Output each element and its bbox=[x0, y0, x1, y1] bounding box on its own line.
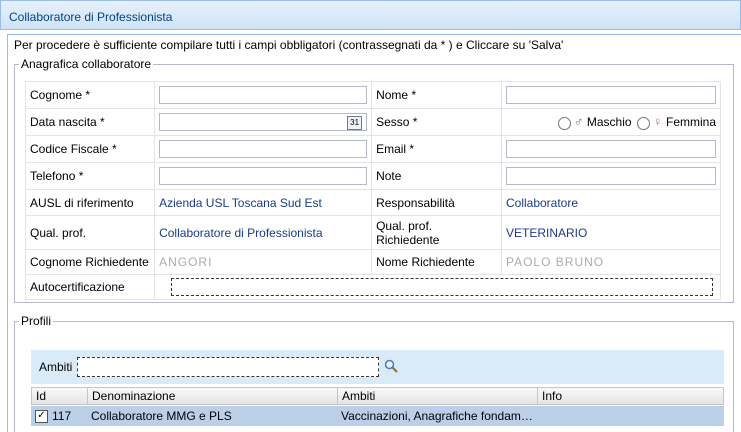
row-info bbox=[537, 406, 722, 426]
profili-grid-header: Id Denominazione Ambiti Info bbox=[31, 387, 724, 405]
cognome-input[interactable] bbox=[159, 86, 368, 104]
ausl-label: AUSL di riferimento bbox=[24, 189, 156, 216]
profili-legend: Profili bbox=[21, 314, 52, 328]
table-row[interactable]: ✓ 117 Collaboratore MMG e PLS Vaccinazion… bbox=[31, 406, 724, 426]
nome-rich-value: PAOLO BRUNO bbox=[500, 249, 722, 275]
column-header-denominazione[interactable]: Denominazione bbox=[88, 388, 338, 404]
anagrafica-fieldset: Anagrafica collaboratore Cognome * Nome … bbox=[14, 57, 734, 303]
search-icon[interactable] bbox=[384, 359, 398, 373]
cognome-rich-value: ANGORI bbox=[154, 249, 373, 275]
cognome-label: Cognome * bbox=[24, 81, 156, 109]
sesso-label: Sesso * bbox=[371, 108, 502, 136]
femmina-radio[interactable] bbox=[636, 116, 650, 130]
row-id: 117 bbox=[52, 409, 72, 423]
note-input[interactable] bbox=[505, 167, 716, 185]
qual-prof-rich-label: Qual. prof. Richiedente bbox=[371, 215, 502, 250]
telefono-label: Telefono * bbox=[24, 162, 156, 190]
cognome-rich-label: Cognome Richiedente bbox=[24, 249, 156, 275]
ambiti-label: Ambiti bbox=[39, 360, 73, 374]
nome-label: Nome * bbox=[371, 81, 502, 109]
responsabilita-value: Collaboratore bbox=[500, 189, 722, 216]
row-denominazione: Collaboratore MMG e PLS bbox=[91, 409, 232, 423]
male-icon: ♂ bbox=[573, 114, 584, 130]
autocert-field[interactable] bbox=[171, 278, 714, 296]
email-label: Email * bbox=[371, 135, 502, 163]
note-label: Note bbox=[371, 162, 502, 190]
nome-rich-label: Nome Richiedente bbox=[371, 249, 502, 275]
responsabilita-label: Responsabilità bbox=[371, 189, 502, 216]
window-title: Collaboratore di Professionista bbox=[0, 0, 741, 30]
anagrafica-grid: Cognome * Nome * Data nascita * 31 Sesso… bbox=[24, 81, 722, 300]
column-header-info[interactable]: Info bbox=[538, 388, 723, 404]
email-input[interactable] bbox=[505, 140, 716, 158]
nome-input[interactable] bbox=[505, 86, 716, 104]
calendar-icon[interactable]: 31 bbox=[347, 116, 363, 130]
codice-fiscale-input[interactable] bbox=[159, 140, 368, 158]
data-nascita-label: Data nascita * bbox=[24, 108, 156, 136]
ausl-value: Azienda USL Toscana Sud Est bbox=[154, 189, 373, 216]
column-header-ambiti[interactable]: Ambiti bbox=[338, 388, 538, 404]
row-checkbox[interactable]: ✓ bbox=[35, 410, 48, 424]
data-nascita-input[interactable]: 31 bbox=[159, 113, 368, 131]
qual-prof-label: Qual. prof. bbox=[24, 215, 156, 250]
codice-fiscale-label: Codice Fiscale * bbox=[24, 135, 156, 163]
maschio-label: Maschio bbox=[586, 115, 632, 130]
female-icon: ♀ bbox=[652, 114, 663, 130]
qual-prof-rich-value: VETERINARIO bbox=[500, 215, 722, 250]
ambiti-input[interactable] bbox=[77, 357, 379, 377]
maschio-radio[interactable] bbox=[557, 116, 571, 130]
qual-prof-value: Collaboratore di Professionista bbox=[154, 215, 373, 250]
telefono-input[interactable] bbox=[159, 167, 368, 185]
column-header-id[interactable]: Id bbox=[32, 388, 88, 404]
anagrafica-legend: Anagrafica collaboratore bbox=[21, 57, 152, 71]
row-ambiti: Vaccinazioni, Anagrafiche fondam… bbox=[341, 409, 533, 423]
femmina-label: Femmina bbox=[665, 115, 716, 130]
profili-fieldset: Profili Ambiti Id Denominazione Ambiti I… bbox=[14, 314, 734, 432]
instructions-text: Per procedere è sufficiente compilare tu… bbox=[14, 38, 564, 52]
ambiti-toolbar: Ambiti bbox=[31, 350, 724, 384]
autocert-label: Autocertificazione bbox=[24, 274, 156, 300]
